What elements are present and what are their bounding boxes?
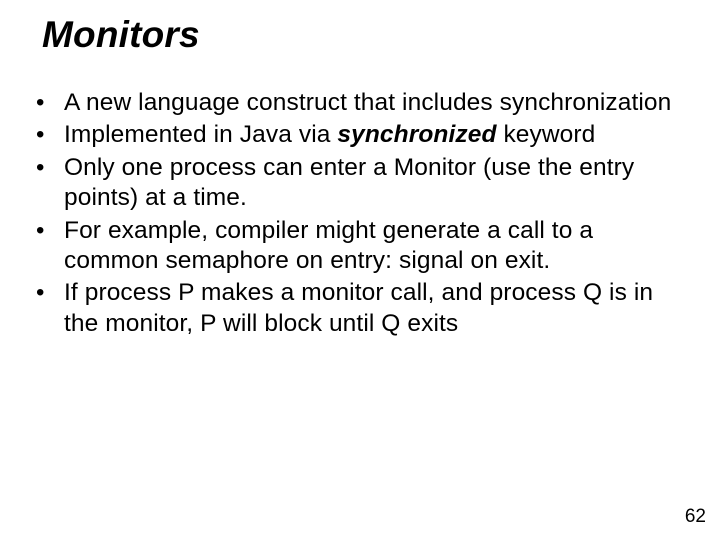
list-item: If process P makes a monitor call, and p… (26, 278, 682, 339)
list-item: Only one process can enter a Monitor (us… (26, 153, 682, 214)
slide: Monitors A new language construct that i… (0, 0, 720, 540)
slide-title: Monitors (42, 14, 200, 56)
bullet-text-em: synchronized (337, 121, 496, 148)
bullet-text: A new language construct that includes s… (64, 89, 671, 116)
bullet-text: Only one process can enter a Monitor (us… (64, 154, 634, 211)
slide-body: A new language construct that includes s… (26, 88, 682, 341)
list-item: Implemented in Java via synchronized key… (26, 120, 682, 150)
list-item: For example, compiler might generate a c… (26, 216, 682, 277)
page-number: 62 (685, 506, 706, 528)
bullet-text: If process P makes a monitor call, and p… (64, 279, 653, 336)
list-item: A new language construct that includes s… (26, 88, 682, 118)
bullet-text-post: keyword (497, 121, 596, 148)
bullet-text-pre: Implemented in Java via (64, 121, 337, 148)
bullet-text: For example, compiler might generate a c… (64, 217, 593, 274)
bullet-list: A new language construct that includes s… (26, 88, 682, 339)
